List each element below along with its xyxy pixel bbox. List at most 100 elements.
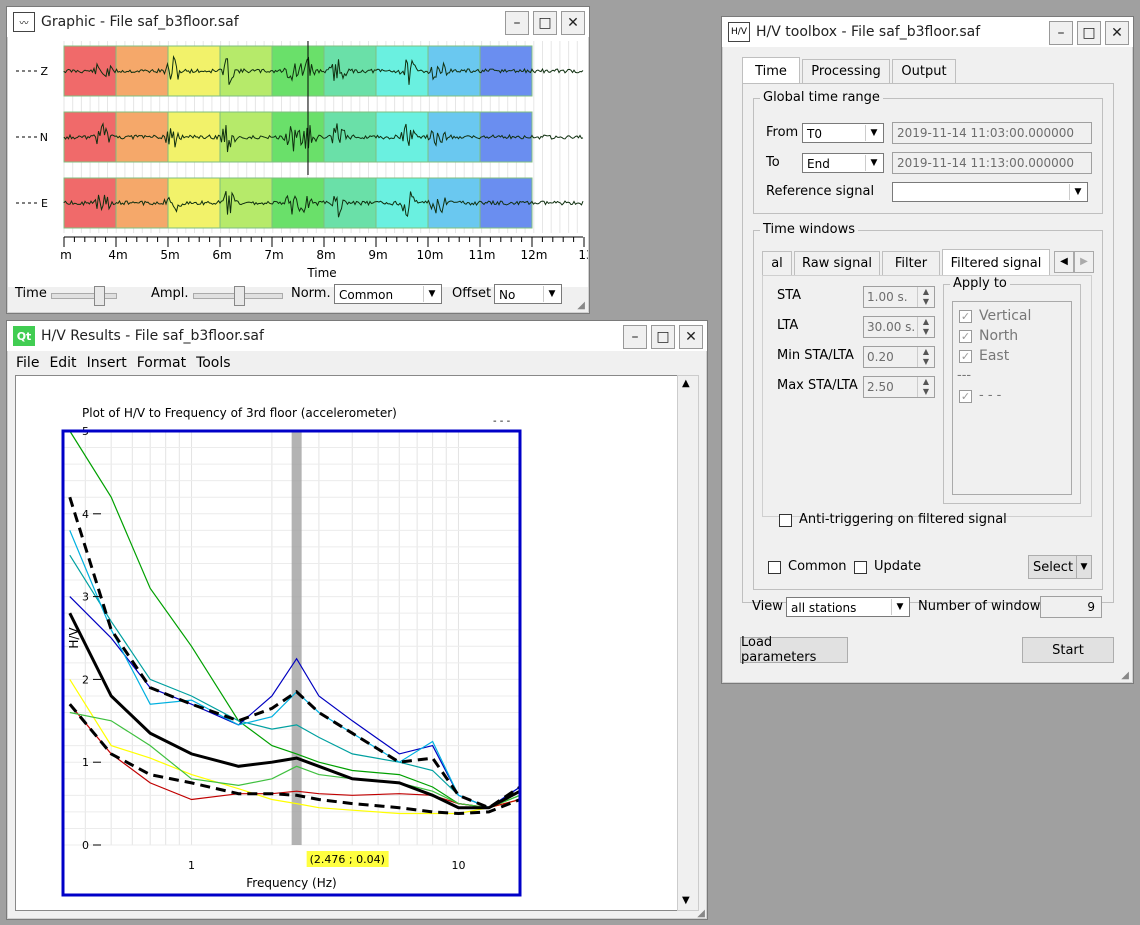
minimize-icon[interactable]: – xyxy=(623,325,647,349)
time-tick-label: 6m xyxy=(212,248,231,262)
update-checkbox[interactable] xyxy=(854,561,867,574)
results-titlebar[interactable]: Qt H/V Results - File saf_b3floor.saf – … xyxy=(7,321,707,351)
x-axis-title: Frequency (Hz) xyxy=(246,876,337,890)
tab-scroll-left-icon[interactable]: ◀ xyxy=(1054,251,1074,273)
max-sta-lta-spinbox[interactable]: 2.50 ▲ ▼ xyxy=(863,376,935,398)
sta-spinbox[interactable]: 1.00 s. ▲ ▼ xyxy=(863,286,935,308)
east-label: East xyxy=(979,348,1010,364)
offset-label: Offset xyxy=(452,286,492,301)
view-select[interactable]: all stations ▼ xyxy=(786,597,910,617)
vertical-checkbox[interactable]: ✓ xyxy=(959,310,972,323)
anti-triggering-checkbox[interactable] xyxy=(779,514,792,527)
from-label: From xyxy=(766,125,799,140)
north-checkbox[interactable]: ✓ xyxy=(959,330,972,343)
close-icon[interactable]: ✕ xyxy=(1105,21,1129,45)
results-menubar: File Edit Insert Format Tools xyxy=(8,351,706,375)
menu-tools[interactable]: Tools xyxy=(196,355,231,371)
select-menu-icon[interactable]: ▼ xyxy=(1076,555,1092,579)
tab-output[interactable]: Output xyxy=(892,59,956,83)
time-tick-label: 4m xyxy=(108,248,127,262)
to-time-field[interactable]: 2019-11-14 11:13:00.000000 xyxy=(892,152,1092,174)
tab-al[interactable]: al xyxy=(762,251,792,275)
view-label: View xyxy=(752,599,783,614)
results-title: H/V Results - File saf_b3floor.saf xyxy=(41,328,264,344)
norm-select[interactable]: Common ▼ xyxy=(334,284,442,304)
time-tick-label: 5m xyxy=(160,248,179,262)
minimize-icon[interactable]: – xyxy=(505,11,529,35)
channel-label: Z xyxy=(40,65,48,78)
maximize-icon[interactable]: □ xyxy=(533,11,557,35)
y-tick-label: 1 xyxy=(82,756,89,769)
resize-grip-icon[interactable]: ◢ xyxy=(697,908,705,919)
from-select[interactable]: T0 ▼ xyxy=(802,123,884,143)
east-checkbox[interactable]: ✓ xyxy=(959,350,972,363)
select-button[interactable]: Select xyxy=(1028,555,1078,579)
menu-edit[interactable]: Edit xyxy=(49,355,76,371)
hv-app-icon: H/V xyxy=(728,22,750,42)
peak-frequency-band xyxy=(291,431,302,845)
tab-filter[interactable]: Filter xyxy=(882,251,940,275)
number-of-windows-label: Number of windows xyxy=(918,599,1048,614)
chart-title: Plot of H/V to Frequency of 3rd floor (a… xyxy=(82,406,397,420)
menu-format[interactable]: Format xyxy=(137,355,186,371)
time-tick-label: 11m xyxy=(469,248,496,262)
tab-time[interactable]: Time xyxy=(742,57,800,84)
time-windows-title: Time windows xyxy=(760,222,859,237)
global-time-range-group: Global time range From T0 ▼ 2019-11-14 11… xyxy=(753,90,1103,214)
apply-to-list: ✓ Vertical ✓ North ✓ East --- ✓ - - - xyxy=(952,301,1072,495)
close-icon[interactable]: ✕ xyxy=(679,325,703,349)
menu-file[interactable]: File xyxy=(16,355,39,371)
maximize-icon[interactable]: □ xyxy=(651,325,675,349)
extra-checkbox[interactable]: ✓ xyxy=(959,390,972,403)
min-sta-lta-spinbox[interactable]: 0.20 ▲ ▼ xyxy=(863,346,935,368)
common-checkbox[interactable] xyxy=(768,561,781,574)
tab-raw-signal[interactable]: Raw signal xyxy=(794,251,880,275)
tab-filtered-signal[interactable]: Filtered signal xyxy=(942,249,1050,276)
apply-to-group: Apply to ✓ Vertical ✓ North ✓ East --- ✓… xyxy=(943,276,1081,504)
norm-label: Norm. xyxy=(291,286,331,301)
load-parameters-button[interactable]: Load parameters xyxy=(740,635,848,665)
time-window xyxy=(323,111,377,163)
vertical-label: Vertical xyxy=(979,308,1032,324)
time-slider[interactable] xyxy=(51,286,117,306)
time-window xyxy=(115,111,169,163)
to-select[interactable]: End ▼ xyxy=(802,153,884,173)
apply-to-title: Apply to xyxy=(950,276,1010,291)
channel-label: E xyxy=(41,197,48,210)
ampl-slider[interactable] xyxy=(193,286,283,306)
resize-grip-icon[interactable]: ◢ xyxy=(577,300,585,311)
start-button[interactable]: Start xyxy=(1022,637,1114,663)
signal-traces: Z N Em 4m 5m 6m 7m 8m 9m 10m 11m 12m 13 Time xyxy=(16,41,606,280)
menu-insert[interactable]: Insert xyxy=(87,355,127,371)
time-tab-panel: Global time range From T0 ▼ 2019-11-14 11… xyxy=(742,83,1114,603)
y-tick-label: 3 xyxy=(82,591,89,604)
graphic-window: 〰 Graphic - File saf_b3floor.saf – □ ✕ Z… xyxy=(6,6,606,314)
time-window xyxy=(115,177,169,229)
results-canvas[interactable]: Plot of H/V to Frequency of 3rd floor (a… xyxy=(15,375,679,911)
lta-spinbox[interactable]: 30.00 s. ▲ ▼ xyxy=(863,316,935,338)
scroll-up-icon[interactable]: ▲ xyxy=(682,378,690,389)
signal-plot-area[interactable]: Z N Em 4m 5m 6m 7m 8m 9m 10m 11m 12m 13 Time xyxy=(8,37,606,287)
time-slider-label: Time xyxy=(15,286,47,301)
offset-select[interactable]: No ▼ xyxy=(494,284,562,304)
close-icon[interactable]: ✕ xyxy=(561,11,585,35)
north-label: North xyxy=(979,328,1019,344)
toolbox-titlebar[interactable]: H/V H/V toolbox - File saf_b3floor.saf –… xyxy=(722,17,1133,47)
chevron-down-icon: ▼ xyxy=(865,155,882,171)
global-time-range-title: Global time range xyxy=(760,90,883,105)
graphic-titlebar[interactable]: 〰 Graphic - File saf_b3floor.saf – □ ✕ xyxy=(7,7,589,37)
anti-triggering-label: Anti-triggering on filtered signal xyxy=(799,512,1007,527)
resize-grip-icon[interactable]: ◢ xyxy=(1121,670,1129,681)
to-label: To xyxy=(766,155,780,170)
maximize-icon[interactable]: □ xyxy=(1077,21,1101,45)
tab-processing[interactable]: Processing xyxy=(802,59,890,83)
tab-scroll-right-icon[interactable]: ▶ xyxy=(1074,251,1094,273)
hv-chart[interactable]: Plot of H/V to Frequency of 3rd floor (a… xyxy=(16,376,678,910)
minimize-icon[interactable]: – xyxy=(1049,21,1073,45)
filtered-signal-panel: STA 1.00 s. ▲ ▼ LTA 30.00 s. ▲ ▼ Min STA/LTA… xyxy=(762,275,1092,527)
vertical-scrollbar[interactable]: ▲ ▼ xyxy=(677,375,699,911)
scroll-down-icon[interactable]: ▼ xyxy=(682,895,690,906)
reference-signal-select[interactable]: ▼ xyxy=(892,182,1088,202)
legend-dots: - - - xyxy=(493,416,511,427)
from-time-field[interactable]: 2019-11-14 11:03:00.000000 xyxy=(892,122,1092,144)
